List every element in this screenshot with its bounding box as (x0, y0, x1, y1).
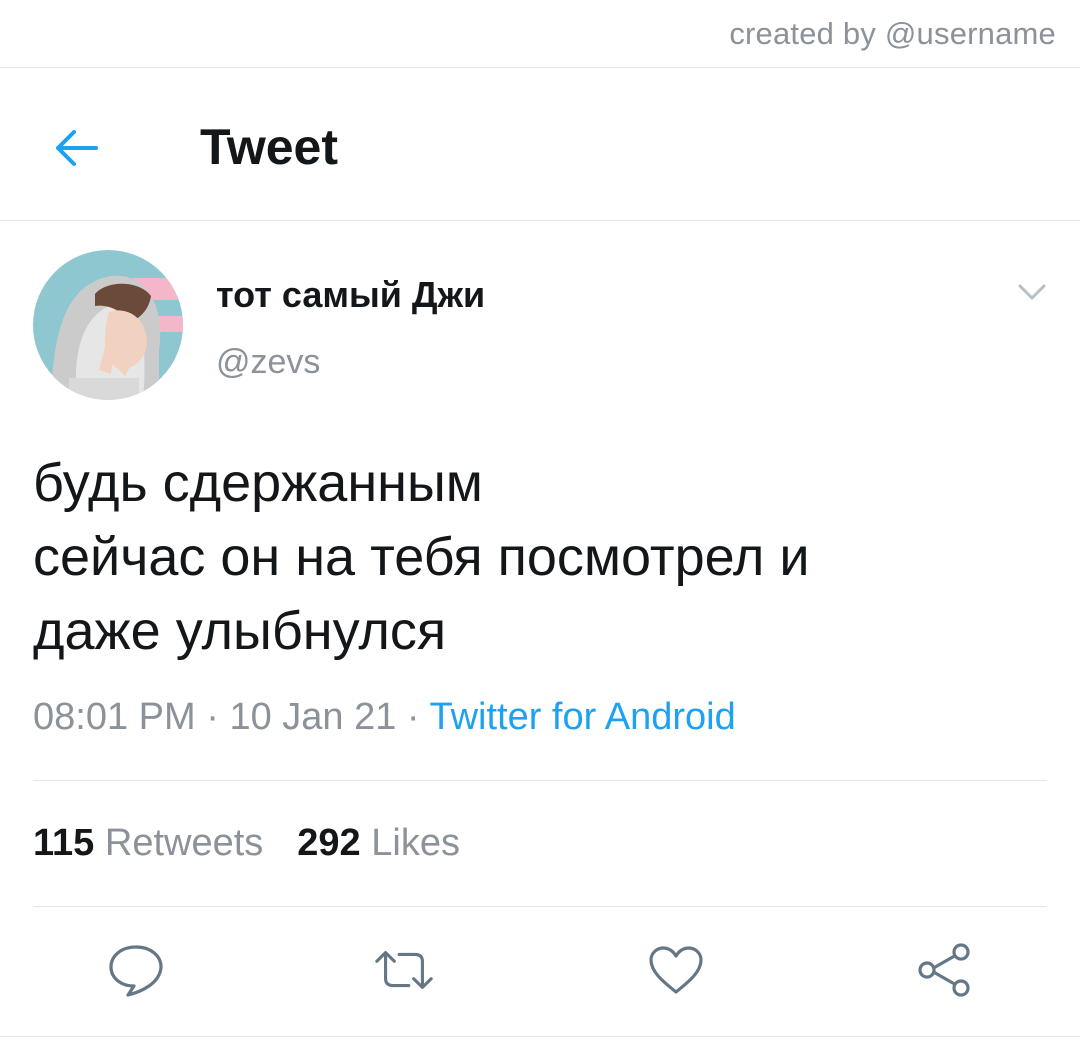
author-handle[interactable]: @zevs (216, 343, 320, 382)
tweet-stats: 115 Retweets 292 Likes (33, 822, 460, 865)
share-button[interactable] (912, 938, 976, 1002)
header-bar: Tweet (0, 68, 1080, 220)
arrow-left-icon (56, 130, 98, 166)
retweet-button[interactable] (372, 938, 436, 1002)
tweet-text-line: сейчас он на тебя посмотрел и (33, 527, 810, 587)
tweet-text-line: даже улыбнулся (33, 601, 447, 661)
retweets-stat[interactable]: 115 Retweets (33, 822, 263, 864)
page-title: Tweet (200, 119, 338, 175)
tweet-text-line: будь сдержанным (33, 453, 483, 513)
chevron-down-icon (1018, 284, 1046, 300)
divider (0, 220, 1080, 221)
avatar[interactable] (33, 250, 183, 400)
divider (33, 780, 1047, 781)
tweet-text: будь сдержанным сейчас он на тебя посмот… (33, 446, 1043, 668)
back-button[interactable] (44, 116, 108, 180)
author-display-name[interactable]: тот самый Джи (216, 274, 485, 316)
tweet-metadata: 08:01 PM · 10 Jan 21 · Twitter for Andro… (33, 696, 736, 739)
likes-label: Likes (371, 822, 460, 864)
like-button[interactable] (644, 938, 708, 1002)
meta-separator: · (195, 696, 230, 738)
divider (0, 1036, 1080, 1037)
divider (33, 906, 1047, 907)
avatar-image (33, 250, 183, 400)
tweet-source-link[interactable]: Twitter for Android (429, 696, 735, 738)
retweets-label: Retweets (104, 822, 264, 864)
share-nodes-icon (918, 943, 970, 997)
heart-icon (649, 946, 703, 994)
meta-separator: · (396, 696, 430, 738)
tweet-menu-button[interactable] (1012, 276, 1052, 308)
tweet-time: 08:01 PM (33, 696, 196, 738)
watermark-text: created by @username (729, 16, 1056, 51)
tweet-date: 10 Jan 21 (229, 696, 397, 738)
speech-bubble-icon (109, 945, 163, 997)
retweet-arrows-icon (375, 950, 433, 990)
likes-stat[interactable]: 292 Likes (297, 822, 460, 864)
likes-count: 292 (297, 822, 361, 864)
reply-button[interactable] (104, 938, 168, 1002)
retweets-count: 115 (33, 822, 95, 864)
